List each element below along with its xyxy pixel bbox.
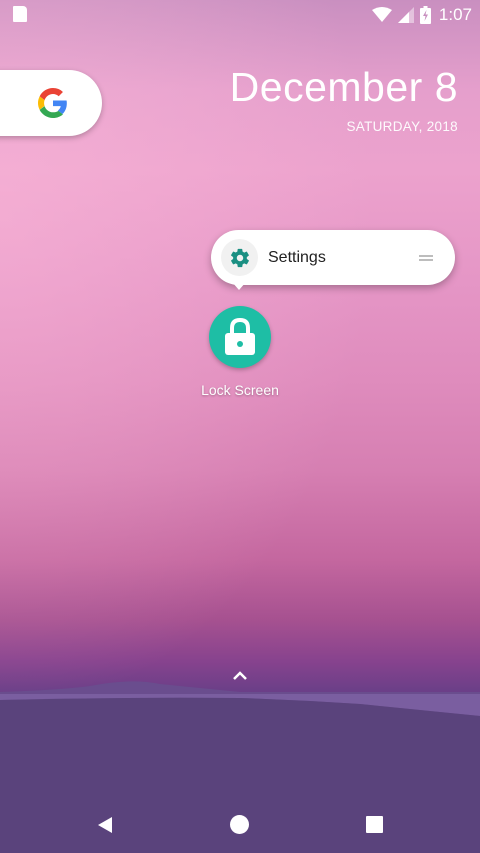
battery-charging-icon [419, 6, 431, 24]
gear-icon [230, 248, 249, 267]
status-time: 1:07 [438, 5, 472, 24]
google-search-widget[interactable] [0, 70, 102, 136]
shortcut-settings-label: Settings [268, 249, 326, 266]
shortcut-popup: Settings [211, 230, 455, 285]
home-icon[interactable] [230, 815, 249, 834]
app-label[interactable]: Lock Screen [180, 382, 300, 398]
day-year-label: SATURDAY, 2018 [346, 119, 458, 134]
chevron-up-icon[interactable] [231, 668, 249, 682]
lock-screen-app-icon[interactable] [209, 306, 271, 368]
status-bar: 1:07 [0, 0, 480, 30]
drag-handle-icon[interactable] [419, 255, 433, 261]
settings-icon-wrap [221, 239, 258, 276]
back-icon[interactable] [96, 816, 114, 834]
recents-icon[interactable] [366, 816, 383, 833]
wifi-icon [371, 7, 392, 22]
popup-arrow [232, 282, 246, 290]
sd-card-icon [13, 6, 27, 22]
lock-icon [225, 317, 255, 355]
signal-icon [397, 7, 414, 23]
date-label[interactable]: December 8 [230, 64, 458, 111]
google-g-icon [38, 88, 67, 118]
